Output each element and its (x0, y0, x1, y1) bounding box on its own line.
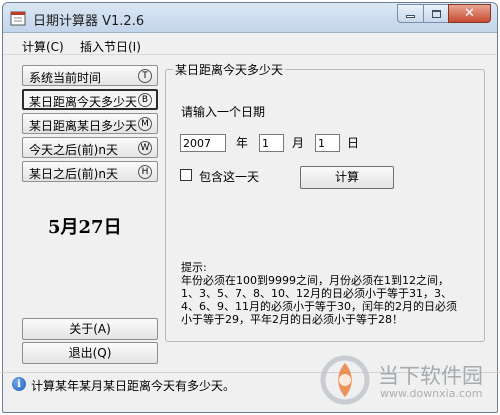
nav-current-time-button[interactable]: 系统当前时间 T (22, 65, 158, 86)
year-unit-label: 年 (236, 136, 249, 150)
minimize-button[interactable] (397, 4, 423, 23)
nav-label: 某日距离今天多少天 (29, 95, 138, 109)
close-icon: ✕ (464, 6, 475, 21)
nav-label: 今天之后(前)n天 (29, 143, 118, 157)
tip-text: 提示: 年份必须在100到9999之间，月份必须在1到12之间，1、3、5、7、… (181, 261, 466, 326)
nav-date-to-date-button[interactable]: 某日距离某日多少天 M (22, 113, 158, 134)
day-input[interactable] (315, 134, 340, 152)
info-icon: i (12, 377, 26, 391)
tip-heading: 提示: (181, 261, 207, 274)
status-text: 计算某年某月某日距离今天有多少天。 (31, 379, 236, 393)
maximize-button[interactable] (423, 4, 448, 23)
month-unit-label: 月 (292, 136, 305, 150)
day-unit-label: 日 (347, 136, 360, 150)
shortcut-key-badge: T (138, 69, 152, 83)
title-bar[interactable]: 日期计算器 V1.2.6 ✕ (3, 3, 497, 33)
calculate-button[interactable]: 计算 (300, 166, 394, 189)
menu-insert-holiday[interactable]: 插入节日(I) (80, 38, 141, 55)
shortcut-key-badge: H (138, 165, 152, 179)
date-prompt-label: 请输入一个日期 (181, 105, 266, 119)
menu-calculate[interactable]: 计算(C) (22, 38, 64, 55)
nav-label: 系统当前时间 (29, 71, 102, 85)
watermark: 当下软件园 www.downxia.com (320, 355, 495, 410)
about-button[interactable]: 关于(A) (22, 318, 158, 340)
include-day-label: 包含这一天 (199, 170, 260, 184)
nav-today-plus-n-button[interactable]: 今天之后(前)n天 W (22, 137, 158, 158)
maximize-icon (431, 9, 441, 18)
minimize-icon (406, 15, 415, 18)
shortcut-key-badge: B (138, 93, 152, 107)
calendar-icon (10, 11, 26, 26)
watermark-url: www.downxia.com (380, 387, 483, 400)
watermark-name: 当下软件园 (378, 364, 483, 388)
shortcut-key-badge: M (138, 117, 152, 131)
nav-label: 某日之后(前)n天 (29, 167, 118, 181)
window-title: 日期计算器 V1.2.6 (33, 14, 145, 29)
close-button[interactable]: ✕ (448, 4, 491, 23)
include-day-checkbox[interactable] (180, 169, 192, 181)
watermark-logo-icon (320, 355, 370, 405)
nav-label: 某日距离某日多少天 (29, 119, 138, 133)
nav-date-to-today-button[interactable]: 某日距离今天多少天 B (22, 89, 158, 110)
groupbox-title: 某日距离今天多少天 (173, 61, 286, 78)
exit-button[interactable]: 退出(Q) (22, 342, 158, 364)
shortcut-key-badge: W (138, 141, 152, 155)
menu-bar: 计算(C) 插入节日(I) (3, 34, 497, 55)
window-controls: ✕ (397, 4, 491, 23)
tip-body: 年份必须在100到9999之间，月份必须在1到12之间，1、3、5、7、8、10… (181, 274, 457, 326)
year-input[interactable] (180, 134, 226, 152)
current-date-display: 5月27日 (48, 217, 122, 238)
nav-date-plus-n-button[interactable]: 某日之后(前)n天 H (22, 161, 158, 182)
month-input[interactable] (259, 134, 284, 152)
